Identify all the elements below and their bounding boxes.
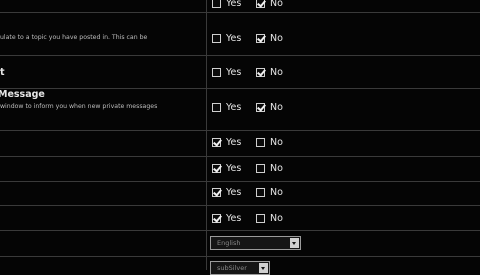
no-checkbox[interactable] xyxy=(256,138,265,147)
no-option[interactable]: No xyxy=(256,187,283,198)
yes-label: Yes xyxy=(226,102,242,113)
yes-label: Yes xyxy=(226,0,242,9)
no-checkbox[interactable] xyxy=(256,34,265,43)
no-checkbox[interactable] xyxy=(256,214,265,223)
yes-checkbox[interactable] xyxy=(212,164,221,173)
no-option[interactable]: No xyxy=(256,102,283,113)
yes-checkbox[interactable] xyxy=(212,34,221,43)
yes-label: Yes xyxy=(226,137,242,148)
yes-label: Yes xyxy=(226,163,242,174)
yes-option[interactable]: Yes xyxy=(212,102,241,113)
no-label: No xyxy=(270,187,283,198)
no-checkbox[interactable] xyxy=(256,68,265,77)
row-divider xyxy=(0,181,480,182)
no-label: No xyxy=(270,0,283,9)
yes-checkbox[interactable] xyxy=(212,138,221,147)
yes-option[interactable]: Yes xyxy=(212,0,241,9)
no-label: No xyxy=(270,163,283,174)
row-divider xyxy=(0,256,480,257)
yes-checkbox[interactable] xyxy=(212,103,221,112)
no-option[interactable]: No xyxy=(256,163,283,174)
yes-label: Yes xyxy=(226,187,242,198)
row-divider xyxy=(0,88,480,89)
language-select-value: English xyxy=(217,239,241,247)
no-option[interactable]: No xyxy=(256,0,283,9)
chevron-down-icon[interactable] xyxy=(259,263,268,273)
yes-option[interactable]: Yes xyxy=(212,137,241,148)
no-option[interactable]: No xyxy=(256,137,283,148)
style-select[interactable]: subSilver xyxy=(210,261,270,275)
no-option[interactable]: No xyxy=(256,33,283,44)
yes-checkbox[interactable] xyxy=(212,214,221,223)
row-divider xyxy=(0,55,480,56)
setting-description: ulate to a topic you have posted in. Thi… xyxy=(0,34,148,41)
setting-description: window to inform you when new private me… xyxy=(0,103,158,110)
row-divider xyxy=(0,230,480,231)
no-label: No xyxy=(270,213,283,224)
yes-option[interactable]: Yes xyxy=(212,187,241,198)
no-checkbox[interactable] xyxy=(256,188,265,197)
style-select-value: subSilver xyxy=(217,264,247,272)
row-divider xyxy=(0,12,480,13)
no-label: No xyxy=(270,102,283,113)
yes-checkbox[interactable] xyxy=(212,0,221,8)
no-checkbox[interactable] xyxy=(256,103,265,112)
setting-title: Message xyxy=(0,89,45,100)
no-checkbox[interactable] xyxy=(256,164,265,173)
no-label: No xyxy=(270,67,283,78)
yes-option[interactable]: Yes xyxy=(212,213,241,224)
yes-option[interactable]: Yes xyxy=(212,33,241,44)
language-select[interactable]: English xyxy=(210,236,301,250)
no-label: No xyxy=(270,33,283,44)
yes-option[interactable]: Yes xyxy=(212,163,241,174)
yes-label: Yes xyxy=(226,213,242,224)
row-divider xyxy=(0,205,480,206)
no-checkbox[interactable] xyxy=(256,0,265,8)
yes-option[interactable]: Yes xyxy=(212,67,241,78)
no-option[interactable]: No xyxy=(256,213,283,224)
no-label: No xyxy=(270,137,283,148)
yes-label: Yes xyxy=(226,67,242,78)
no-option[interactable]: No xyxy=(256,67,283,78)
yes-checkbox[interactable] xyxy=(212,68,221,77)
row-divider xyxy=(0,130,480,131)
chevron-down-icon[interactable] xyxy=(290,238,299,248)
setting-title: t xyxy=(0,67,5,78)
row-divider xyxy=(0,156,480,157)
yes-label: Yes xyxy=(226,33,242,44)
yes-checkbox[interactable] xyxy=(212,188,221,197)
